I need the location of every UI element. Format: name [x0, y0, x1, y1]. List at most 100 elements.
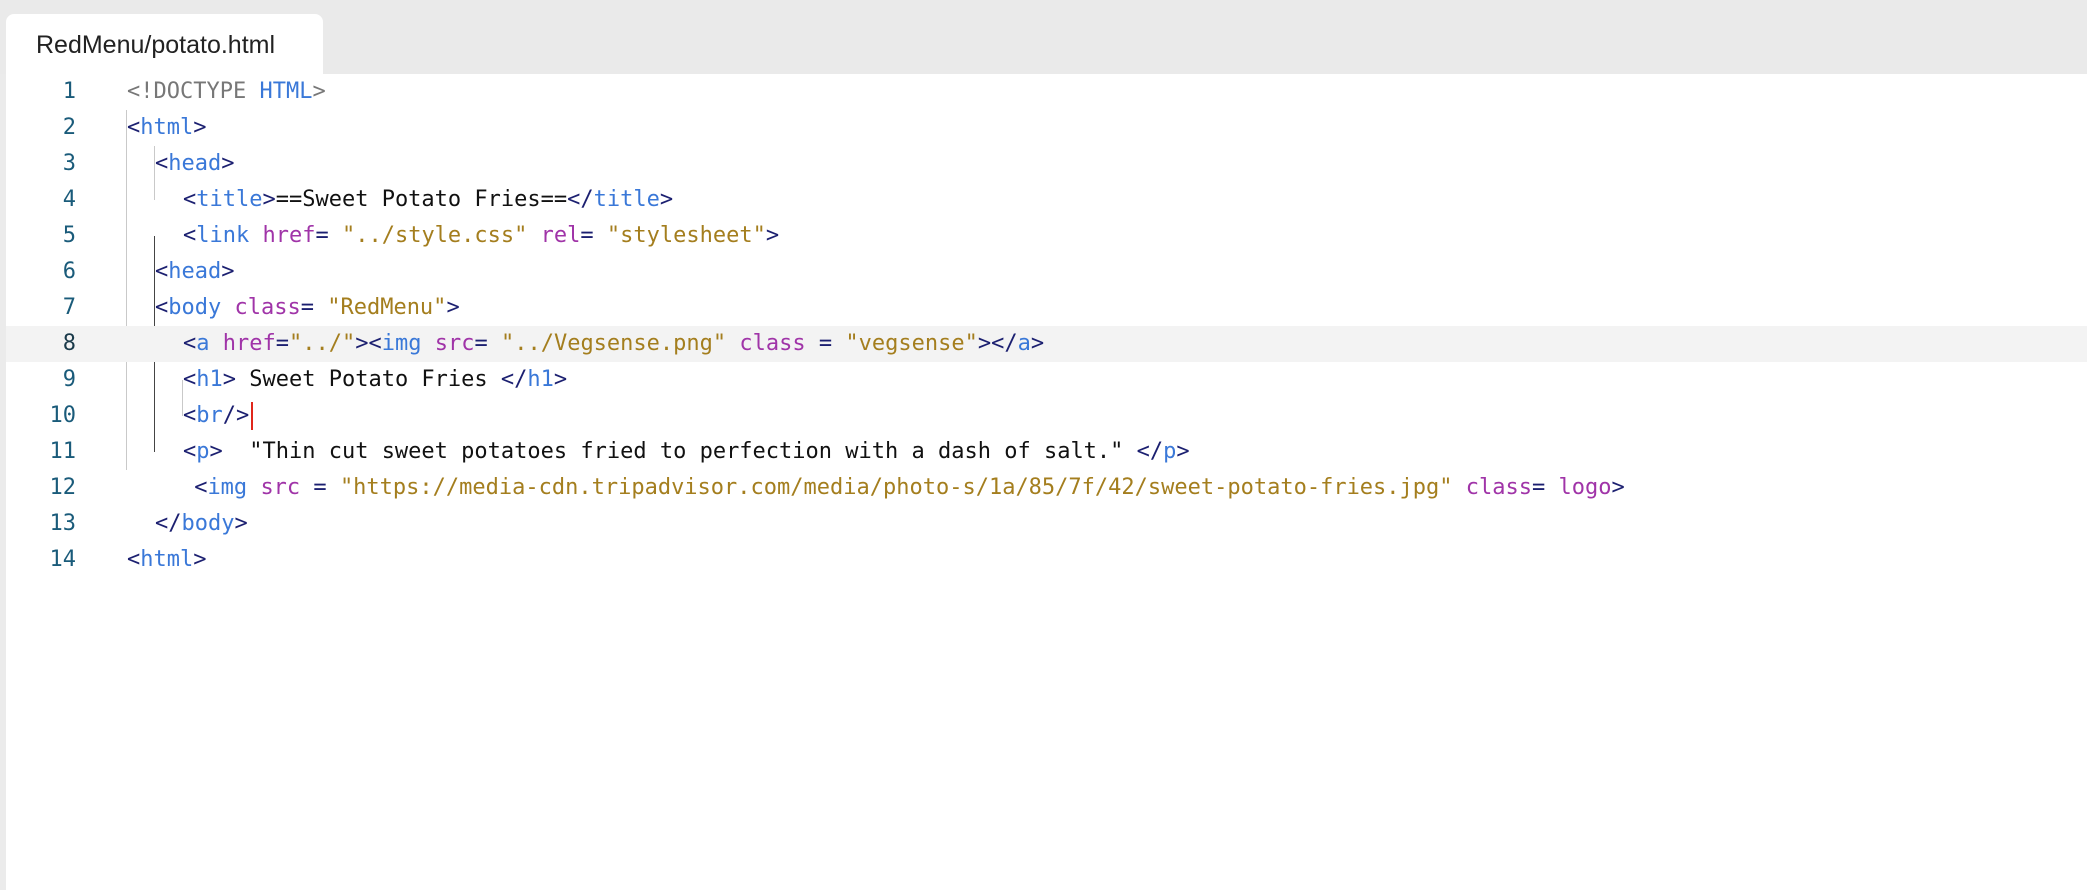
token-tag-name: HTML	[259, 79, 313, 104]
token-tag-name: p	[196, 439, 210, 464]
token-punctuation: >	[1611, 475, 1625, 500]
token-doctype: >	[312, 79, 326, 104]
token-punctuation: <	[183, 187, 197, 212]
token-attribute-name: class	[234, 295, 301, 320]
token-attribute-value: "RedMenu"	[327, 295, 447, 320]
token-attribute-value: "../"	[288, 331, 356, 356]
token-punctuation: >	[221, 259, 235, 284]
token-punctuation: </	[500, 367, 528, 392]
token-punctuation: >	[222, 367, 236, 392]
code-line[interactable]: 4 <title>==Sweet Potato Fries==</title>	[6, 182, 2087, 218]
code-line[interactable]: 2 <html>	[6, 110, 2087, 146]
token-tag-name: title	[196, 187, 263, 212]
tab-potato-html[interactable]: RedMenu/potato.html	[6, 14, 323, 74]
token-punctuation: =	[474, 331, 501, 356]
token-punctuation: </	[1136, 439, 1164, 464]
token-punctuation: =	[580, 223, 607, 248]
token-attribute-name: logo	[1558, 475, 1612, 500]
token-punctuation: />	[222, 403, 250, 428]
token-punctuation: <	[155, 151, 169, 176]
token-punctuation: </	[155, 511, 182, 536]
code-text: <html>	[127, 542, 206, 578]
code-text: <br/>	[183, 398, 249, 434]
tab-bar: RedMenu/potato.html	[0, 0, 2087, 74]
code-text: <p> "Thin cut sweet potatoes fried to pe…	[183, 434, 1190, 470]
code-text: <title>==Sweet Potato Fries==</title>	[183, 182, 673, 218]
token-doctype: <!DOCTYPE	[127, 79, 260, 104]
token-attribute-name: src	[260, 475, 301, 500]
line-number: 8	[62, 331, 76, 356]
token-tag-name: link	[196, 223, 250, 248]
token-punctuation: ><	[355, 331, 382, 356]
token-attribute-name: rel	[540, 223, 581, 248]
line-number: 3	[62, 151, 76, 176]
code-text: <body class= "RedMenu">	[155, 290, 460, 326]
code-line[interactable]: 10 <br/>	[6, 398, 2087, 434]
token-text: Sweet Potato Fries	[236, 367, 501, 392]
code-line[interactable]: 13 </body>	[6, 506, 2087, 542]
line-number: 13	[49, 511, 77, 536]
code-editor[interactable]: 1 <!DOCTYPE HTML> 2 <html> 3 <head> 4 <title>==…	[6, 74, 2087, 890]
token-tag-name: html	[140, 547, 194, 572]
code-line[interactable]: 3 <head>	[6, 146, 2087, 182]
code-text: <link href= "../style.css" rel= "stylesh…	[183, 218, 779, 254]
code-line[interactable]: 7 <body class= "RedMenu">	[6, 290, 2087, 326]
token-attribute-value: "https://media-cdn.tripadvisor.com/media…	[339, 475, 1453, 500]
code-text: <!DOCTYPE HTML>	[127, 74, 326, 110]
code-line[interactable]: 1 <!DOCTYPE HTML>	[6, 74, 2087, 110]
line-number: 9	[62, 367, 76, 392]
line-number: 11	[49, 439, 77, 464]
token-tag-name: a	[1017, 331, 1031, 356]
token-punctuation: =	[1532, 475, 1559, 500]
code-line[interactable]: 12 <img src = "https://media-cdn.tripadvi…	[6, 470, 2087, 506]
token-tag-name: h1	[196, 367, 223, 392]
code-text: <html>	[127, 110, 206, 146]
token-tag-name: img	[207, 475, 248, 500]
token-attribute-name: href	[222, 331, 276, 356]
token-punctuation: >	[234, 511, 248, 536]
token-punctuation: <	[183, 223, 197, 248]
token-attribute-name: class	[739, 331, 806, 356]
token-tag-name: html	[140, 115, 194, 140]
token-punctuation: =	[300, 295, 328, 320]
code-line[interactable]: 8 <a href="../"><img src= "../Vegsense.pn…	[6, 326, 2087, 362]
token-tag-name: br	[196, 403, 223, 428]
token-punctuation: =	[275, 331, 289, 356]
line-number: 1	[62, 79, 76, 104]
token-punctuation: >	[193, 547, 207, 572]
token-punctuation: =	[315, 223, 342, 248]
line-number: 4	[62, 187, 76, 212]
text-cursor	[251, 402, 253, 430]
token-tag-name: title	[593, 187, 660, 212]
code-line[interactable]: 9 <h1> Sweet Potato Fries </h1>	[6, 362, 2087, 398]
code-text: <head>	[155, 146, 234, 182]
token-punctuation: <	[194, 475, 208, 500]
line-number: 6	[62, 259, 76, 284]
code-line[interactable]: 6 <head>	[6, 254, 2087, 290]
token-tag-name: a	[196, 331, 210, 356]
token-punctuation: <	[183, 403, 197, 428]
token-punctuation: <	[183, 367, 197, 392]
token-tag-name: h1	[527, 367, 554, 392]
token-attribute-name: href	[262, 223, 316, 248]
code-line[interactable]: 11 <p> "Thin cut sweet potatoes fried to …	[6, 434, 2087, 470]
token-punctuation: ></	[977, 331, 1018, 356]
token-punctuation: <	[155, 295, 169, 320]
token-attribute-name: class	[1465, 475, 1533, 500]
code-line[interactable]: 5 <link href= "../style.css" rel= "styles…	[6, 218, 2087, 254]
token-punctuation: >	[553, 367, 568, 392]
code-text: <head>	[155, 254, 234, 290]
token-tag-name: body	[181, 511, 235, 536]
code-text: </body>	[155, 506, 248, 542]
token-punctuation: >	[221, 151, 235, 176]
line-number: 14	[49, 547, 77, 572]
token-punctuation: >	[193, 115, 207, 140]
code-line[interactable]: 14 <html>	[6, 542, 2087, 578]
line-number: 7	[62, 295, 76, 320]
token-punctuation: =	[300, 475, 340, 500]
code-text: <a href="../"><img src= "../Vegsense.png…	[183, 326, 1044, 362]
